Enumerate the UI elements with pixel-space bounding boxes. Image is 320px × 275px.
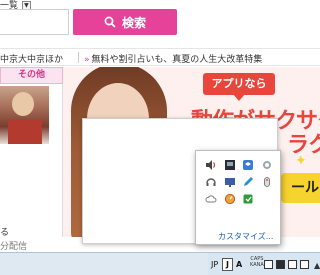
pen-icon[interactable] — [239, 174, 257, 190]
mouse-icon[interactable] — [258, 174, 276, 190]
info-left-link[interactable]: 中京大中京ほか — [0, 52, 63, 65]
language-indicator[interactable]: JP — [211, 258, 218, 271]
news-title[interactable]: る — [0, 225, 9, 238]
tray-status-icons — [264, 256, 310, 273]
grid-icon[interactable] — [276, 260, 285, 269]
monitor-icon[interactable] — [221, 157, 239, 173]
tray-icon-grid — [202, 157, 276, 208]
taskbar: JP J A CAPS KANA ▲ — [0, 252, 320, 275]
banner-cta-button[interactable]: ール — [281, 173, 320, 203]
search-button[interactable]: 検索 — [73, 9, 177, 35]
kana-label: KANA — [250, 262, 264, 268]
display-icon[interactable] — [221, 174, 239, 190]
divider — [78, 52, 79, 63]
green-app-icon[interactable] — [239, 191, 257, 207]
promo-link[interactable]: » 無料や割引占いも、真夏の人生大改革特集 — [84, 52, 262, 65]
headset-icon[interactable] — [202, 174, 220, 190]
news-thumbnail[interactable] — [0, 86, 49, 144]
promo-link-text: 無料や割引占いも、真夏の人生大改革特集 — [91, 55, 263, 65]
search-button-label: 検索 — [121, 15, 146, 30]
app-badge: アプリなら — [203, 73, 275, 101]
sparkle-icon: ✦ — [295, 153, 307, 169]
search-area: 一覧 ▼ 検索 — [0, 0, 320, 50]
dashboard-icon[interactable] — [221, 191, 239, 207]
tray-overflow-panel: カスタマイズ... — [195, 150, 281, 245]
ime-alpha-indicator[interactable]: A — [236, 258, 242, 271]
dropbox-icon[interactable] — [239, 157, 257, 173]
search-input[interactable] — [0, 9, 69, 35]
info-bar: 中京大中京ほか » 無料や割引占いも、真夏の人生大改革特集 — [0, 48, 320, 66]
taskbar-apps-area[interactable] — [0, 253, 208, 275]
tray-customize-link[interactable]: カスタマイズ... — [218, 231, 273, 242]
volume-icon[interactable] — [288, 260, 297, 269]
speaker-icon[interactable] — [202, 157, 220, 173]
chevron-up-icon[interactable]: ▲ — [314, 261, 320, 270]
tab-other[interactable]: その他 — [0, 67, 63, 84]
caps-kana-indicator: CAPS KANA — [250, 256, 264, 268]
chat-icon[interactable] — [300, 260, 309, 269]
network-icon[interactable] — [258, 157, 276, 173]
left-column: その他 る 分配信 — [0, 67, 63, 252]
ime-mode-indicator[interactable]: J — [222, 258, 233, 271]
window-icon[interactable] — [264, 260, 273, 269]
news-timestamp: 分配信 — [0, 242, 28, 252]
chevron-right-icon: » — [84, 55, 90, 65]
cloud-icon[interactable] — [202, 191, 220, 207]
search-icon — [104, 16, 116, 28]
